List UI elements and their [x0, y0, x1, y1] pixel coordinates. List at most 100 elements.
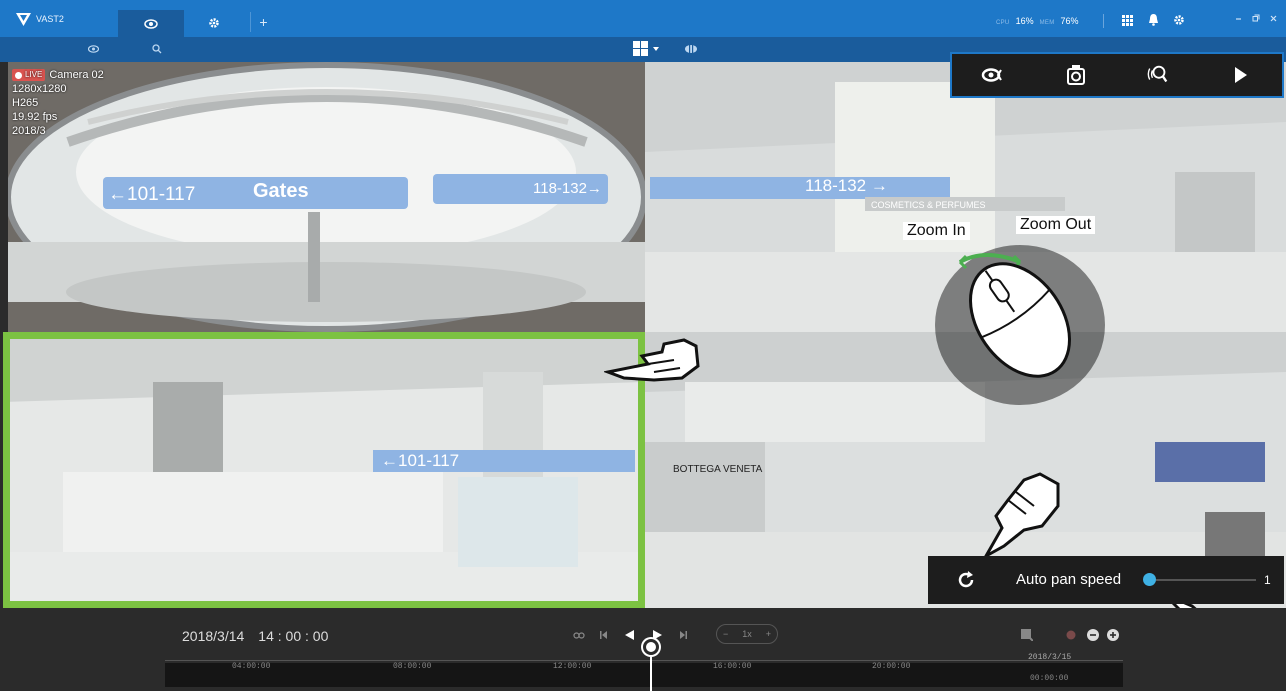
- layout-grid-icon: [633, 41, 659, 56]
- fisheye-eye-icon: [982, 68, 1003, 82]
- play-reverse-icon: [624, 630, 634, 640]
- speed-up-button[interactable]: +: [766, 629, 771, 639]
- notification-button[interactable]: [1146, 13, 1160, 27]
- view-tab[interactable]: [86, 42, 100, 56]
- speed-label: 1x: [742, 629, 752, 639]
- play-backward-button[interactable]: [622, 628, 636, 642]
- play-icon: [1234, 67, 1247, 83]
- scene-sign-gates-left: ←101-117: [108, 184, 196, 205]
- layout-selector[interactable]: [633, 41, 663, 56]
- pane-floating-controls: [950, 52, 1284, 98]
- plus-circle-icon: [1106, 628, 1119, 641]
- live-badge: LIVE: [12, 69, 46, 82]
- camera-resolution: 1280x1280: [12, 83, 67, 95]
- timeline-tick: 04:00:00: [232, 662, 271, 671]
- title-bar: VAST2 + CPU 16% MEM 76%: [0, 0, 1286, 37]
- add-tab-button[interactable]: +: [250, 12, 270, 32]
- playback-datetime: 2018/3/14 14 : 00 : 00: [182, 628, 328, 644]
- system-status: CPU 16% MEM 76%: [996, 16, 1079, 26]
- gear-icon: [209, 18, 219, 28]
- scene-sign-gates-pane3: ←101-117: [381, 451, 460, 470]
- auto-pan-panel: Auto pan speed 1: [928, 556, 1284, 604]
- zoom-out-timeline-button[interactable]: [1086, 628, 1099, 641]
- mouse-wheel-illustration-icon: [935, 245, 1105, 405]
- dewarped-video-frame: [3, 332, 645, 608]
- camera-overlay: LIVE Camera 02 1280x1280 H265 19.92 fps …: [12, 68, 104, 138]
- fisheye-view-button[interactable]: [981, 63, 1005, 87]
- sync-icon: [573, 631, 585, 639]
- cpu-label: CPU: [996, 20, 1010, 26]
- camera-name: Camera 02: [49, 69, 104, 81]
- export-icon: [1020, 628, 1033, 641]
- search-tab[interactable]: [150, 42, 164, 56]
- auto-pan-slider-knob[interactable]: [1143, 573, 1156, 586]
- auto-pan-label: Auto pan speed: [1016, 571, 1122, 588]
- talk-button[interactable]: [1146, 63, 1170, 87]
- live-label: LIVE: [25, 70, 43, 80]
- video-pane-fisheye[interactable]: LIVE Camera 02 1280x1280 H265 19.92 fps …: [8, 62, 645, 332]
- layout-mode-button[interactable]: [684, 42, 698, 56]
- bell-icon: [1148, 14, 1158, 26]
- eye-icon: [144, 18, 158, 29]
- scene-sign-gates-word: Gates: [253, 180, 309, 202]
- auto-pan-slider-track[interactable]: [1156, 579, 1256, 581]
- scene-sign-gates-pane2: 118-132 →: [805, 176, 888, 195]
- skip-forward-icon: [680, 631, 687, 639]
- camera-snapshot-icon: [1066, 65, 1085, 85]
- skip-back-icon: [600, 631, 607, 639]
- timeline-tick: 16:00:00: [713, 662, 752, 671]
- minimize-icon: [1236, 18, 1241, 20]
- timeline-track[interactable]: [165, 663, 1123, 687]
- auto-pan-button[interactable]: [956, 570, 976, 595]
- search-icon: [152, 44, 162, 54]
- eye-icon: [87, 45, 99, 53]
- playback-date: 2018/3/14: [182, 628, 245, 644]
- play-button[interactable]: [1229, 63, 1253, 87]
- timeline-playhead[interactable]: [650, 654, 652, 691]
- snapshot-button[interactable]: [1064, 63, 1088, 87]
- grid-icon: [1121, 14, 1133, 26]
- scene-sign-cosmetics: COSMETICS & PERFUMES: [871, 200, 986, 210]
- play-icon: [652, 630, 662, 640]
- restore-button[interactable]: [1252, 14, 1260, 24]
- apps-grid-button[interactable]: [1120, 13, 1134, 27]
- cpu-value: 16%: [1015, 16, 1034, 26]
- timeline-tick: 12:00:00: [553, 662, 592, 671]
- restore-icon: [1252, 14, 1260, 22]
- mem-value: 76%: [1060, 16, 1079, 26]
- scene-sign-bottega: BOTTEGA VENETA: [673, 464, 763, 475]
- close-button[interactable]: [1270, 14, 1277, 24]
- speed-down-button[interactable]: −: [723, 629, 728, 639]
- scene-sign-gates-right: 118-132→: [533, 180, 602, 197]
- pointing-hand-icon: [604, 338, 700, 382]
- fisheye-layout-icon: [685, 44, 697, 54]
- camera-codec: H265: [12, 97, 39, 109]
- vivotek-logo-icon: [16, 12, 31, 26]
- mem-label: MEM: [1039, 20, 1055, 26]
- gear-icon: [1174, 15, 1184, 25]
- timeline-tick: 08:00:00: [393, 662, 432, 671]
- rotate-icon: [958, 571, 974, 588]
- pointing-hand-icon: [982, 472, 1060, 560]
- timeline-tick: 00:00:00: [1030, 674, 1069, 683]
- camera-date: 2018/3: [12, 125, 46, 137]
- tab-liveview[interactable]: [118, 10, 184, 37]
- timeline-tick: 20:00:00: [872, 662, 911, 671]
- timeline-playhead-handle[interactable]: [643, 639, 659, 655]
- auto-pan-value: 1: [1264, 573, 1271, 587]
- video-pane-3-selected[interactable]: ←101-117: [3, 332, 645, 608]
- minimize-button[interactable]: [1235, 14, 1242, 24]
- zoom-out-annotation: Zoom Out: [1016, 216, 1096, 234]
- next-event-button[interactable]: [676, 628, 690, 642]
- zoom-in-timeline-button[interactable]: [1106, 628, 1119, 641]
- tab-settings[interactable]: [200, 13, 228, 33]
- sync-button[interactable]: [572, 628, 586, 642]
- live-indicator-icon: [15, 71, 22, 79]
- system-settings-button[interactable]: [1172, 13, 1186, 27]
- previous-event-button[interactable]: [597, 628, 611, 642]
- camera-fps: 19.92 fps: [12, 111, 58, 123]
- timeline-date-mark: 2018/3/15: [1028, 653, 1072, 662]
- export-button[interactable]: [1020, 628, 1033, 641]
- playback-bar: 2018/3/14 14 : 00 : 00 − 1x + 04:00:00 08…: [0, 608, 1286, 691]
- record-indicator[interactable]: [1064, 628, 1077, 641]
